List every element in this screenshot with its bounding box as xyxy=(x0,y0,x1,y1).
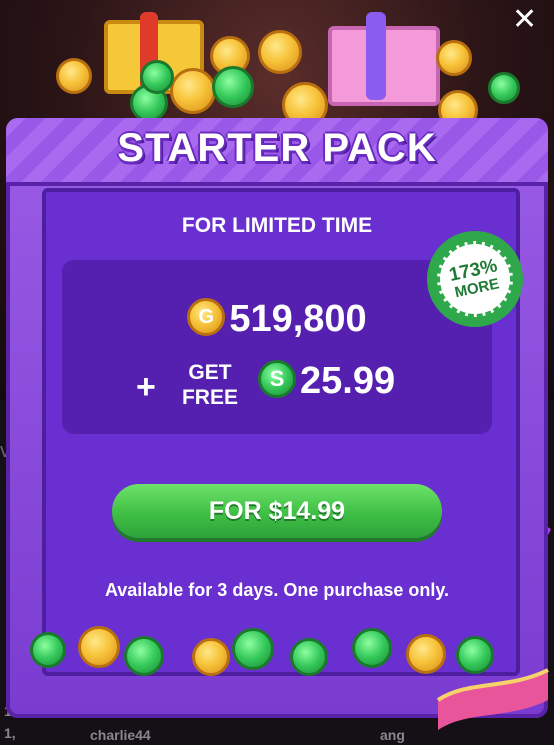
buy-button[interactable]: FOR $14.99 xyxy=(112,484,442,538)
gold-coin-icon xyxy=(56,58,92,94)
gold-coin-icon xyxy=(258,30,302,74)
cash-coin-icon: S xyxy=(258,359,296,398)
green-coin-icon xyxy=(352,628,392,668)
gold-coin-icon: G xyxy=(187,297,226,336)
plus-sign: + xyxy=(136,368,156,406)
green-coin-icon xyxy=(488,72,520,104)
close-button[interactable]: ✕ xyxy=(512,5,537,35)
background-player-name: ang xyxy=(380,727,405,743)
green-coin-icon xyxy=(232,628,274,670)
gold-coin-icon xyxy=(170,68,216,114)
background-player-name: charlie44 xyxy=(90,727,151,743)
cash-amount-text: 25.99 xyxy=(300,360,396,402)
bonus-percent-badge: 173% MORE xyxy=(429,233,521,325)
limited-time-label: FOR LIMITED TIME xyxy=(181,214,373,237)
coins-amount-text: 519,800 xyxy=(229,298,367,340)
green-coin-icon xyxy=(290,638,328,676)
popup-title: STARTER PACK xyxy=(117,126,437,170)
ribbon-decoration xyxy=(436,668,549,730)
green-coin-icon xyxy=(212,66,254,108)
green-coin-icon xyxy=(124,636,164,676)
green-coin-icon xyxy=(140,60,174,94)
gold-coins-amount: G 519,800 xyxy=(62,297,492,341)
gold-coin-icon xyxy=(192,638,230,676)
gold-coin-icon xyxy=(78,626,120,668)
cash-amount: S 25.99 xyxy=(258,359,396,403)
availability-note: Available for 3 days. One purchase only. xyxy=(104,580,450,600)
gift-ribbon-icon xyxy=(366,12,386,100)
green-coin-icon xyxy=(30,632,66,668)
background-number: 1, xyxy=(4,725,16,741)
offer-box: G 519,800 + GET FREE S 25.99 xyxy=(62,260,492,434)
gold-coin-icon xyxy=(436,40,472,76)
get-free-label: GET FREE xyxy=(181,361,238,409)
